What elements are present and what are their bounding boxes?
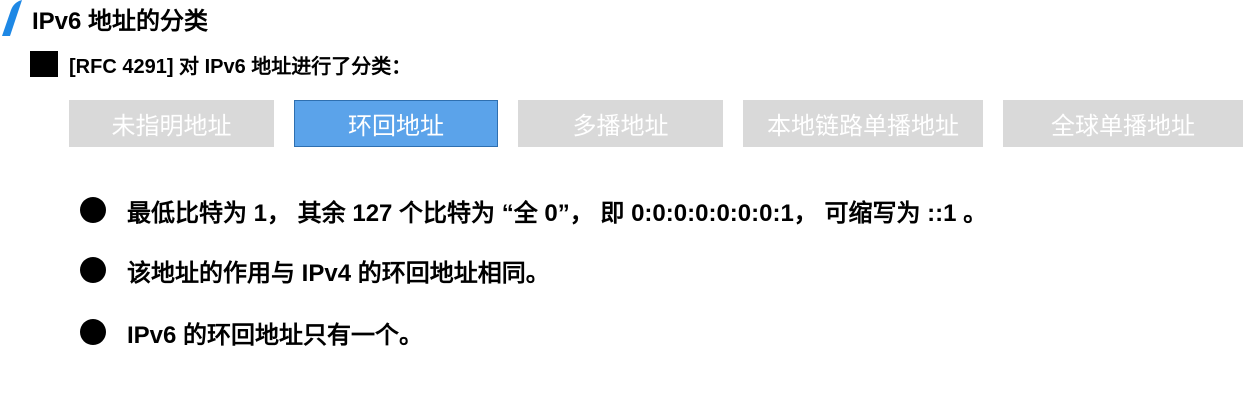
tab-multicast-address[interactable]: 多播地址 [518,100,723,147]
list-item-text: 最低比特为 1， 其余 127 个比特为 “全 0”， 即 0:0:0:0:0:… [127,199,988,227]
list-item-text: IPv6 的环回地址只有一个。 [127,321,424,349]
section-intro-text: [RFC 4291] 对 IPv6 地址进行了分类： [69,55,412,78]
section-intro: [RFC 4291] 对 IPv6 地址进行了分类： [30,50,411,78]
slanted-bar-icon [2,0,22,36]
list-item: 最低比特为 1， 其余 127 个比特为 “全 0”， 即 0:0:0:0:0:… [80,192,987,228]
tab-link-local-unicast-address[interactable]: 本地链路单播地址 [743,100,983,147]
list-item-text: 该地址的作用与 IPv4 的环回地址相同。 [127,259,550,287]
page-title: IPv6 地址的分类 [32,8,209,35]
tab-unspecified-address[interactable]: 未指明地址 [69,100,274,147]
black-dot-icon [80,257,106,283]
list-item: IPv6 的环回地址只有一个。 [80,314,423,350]
black-square-icon [30,51,58,77]
list-item: 该地址的作用与 IPv4 的环回地址相同。 [80,252,550,288]
black-dot-icon [80,197,106,223]
black-dot-icon [80,319,106,345]
tab-loopback-address[interactable]: 环回地址 [294,100,498,147]
tab-global-unicast-address[interactable]: 全球单播地址 [1003,100,1243,147]
